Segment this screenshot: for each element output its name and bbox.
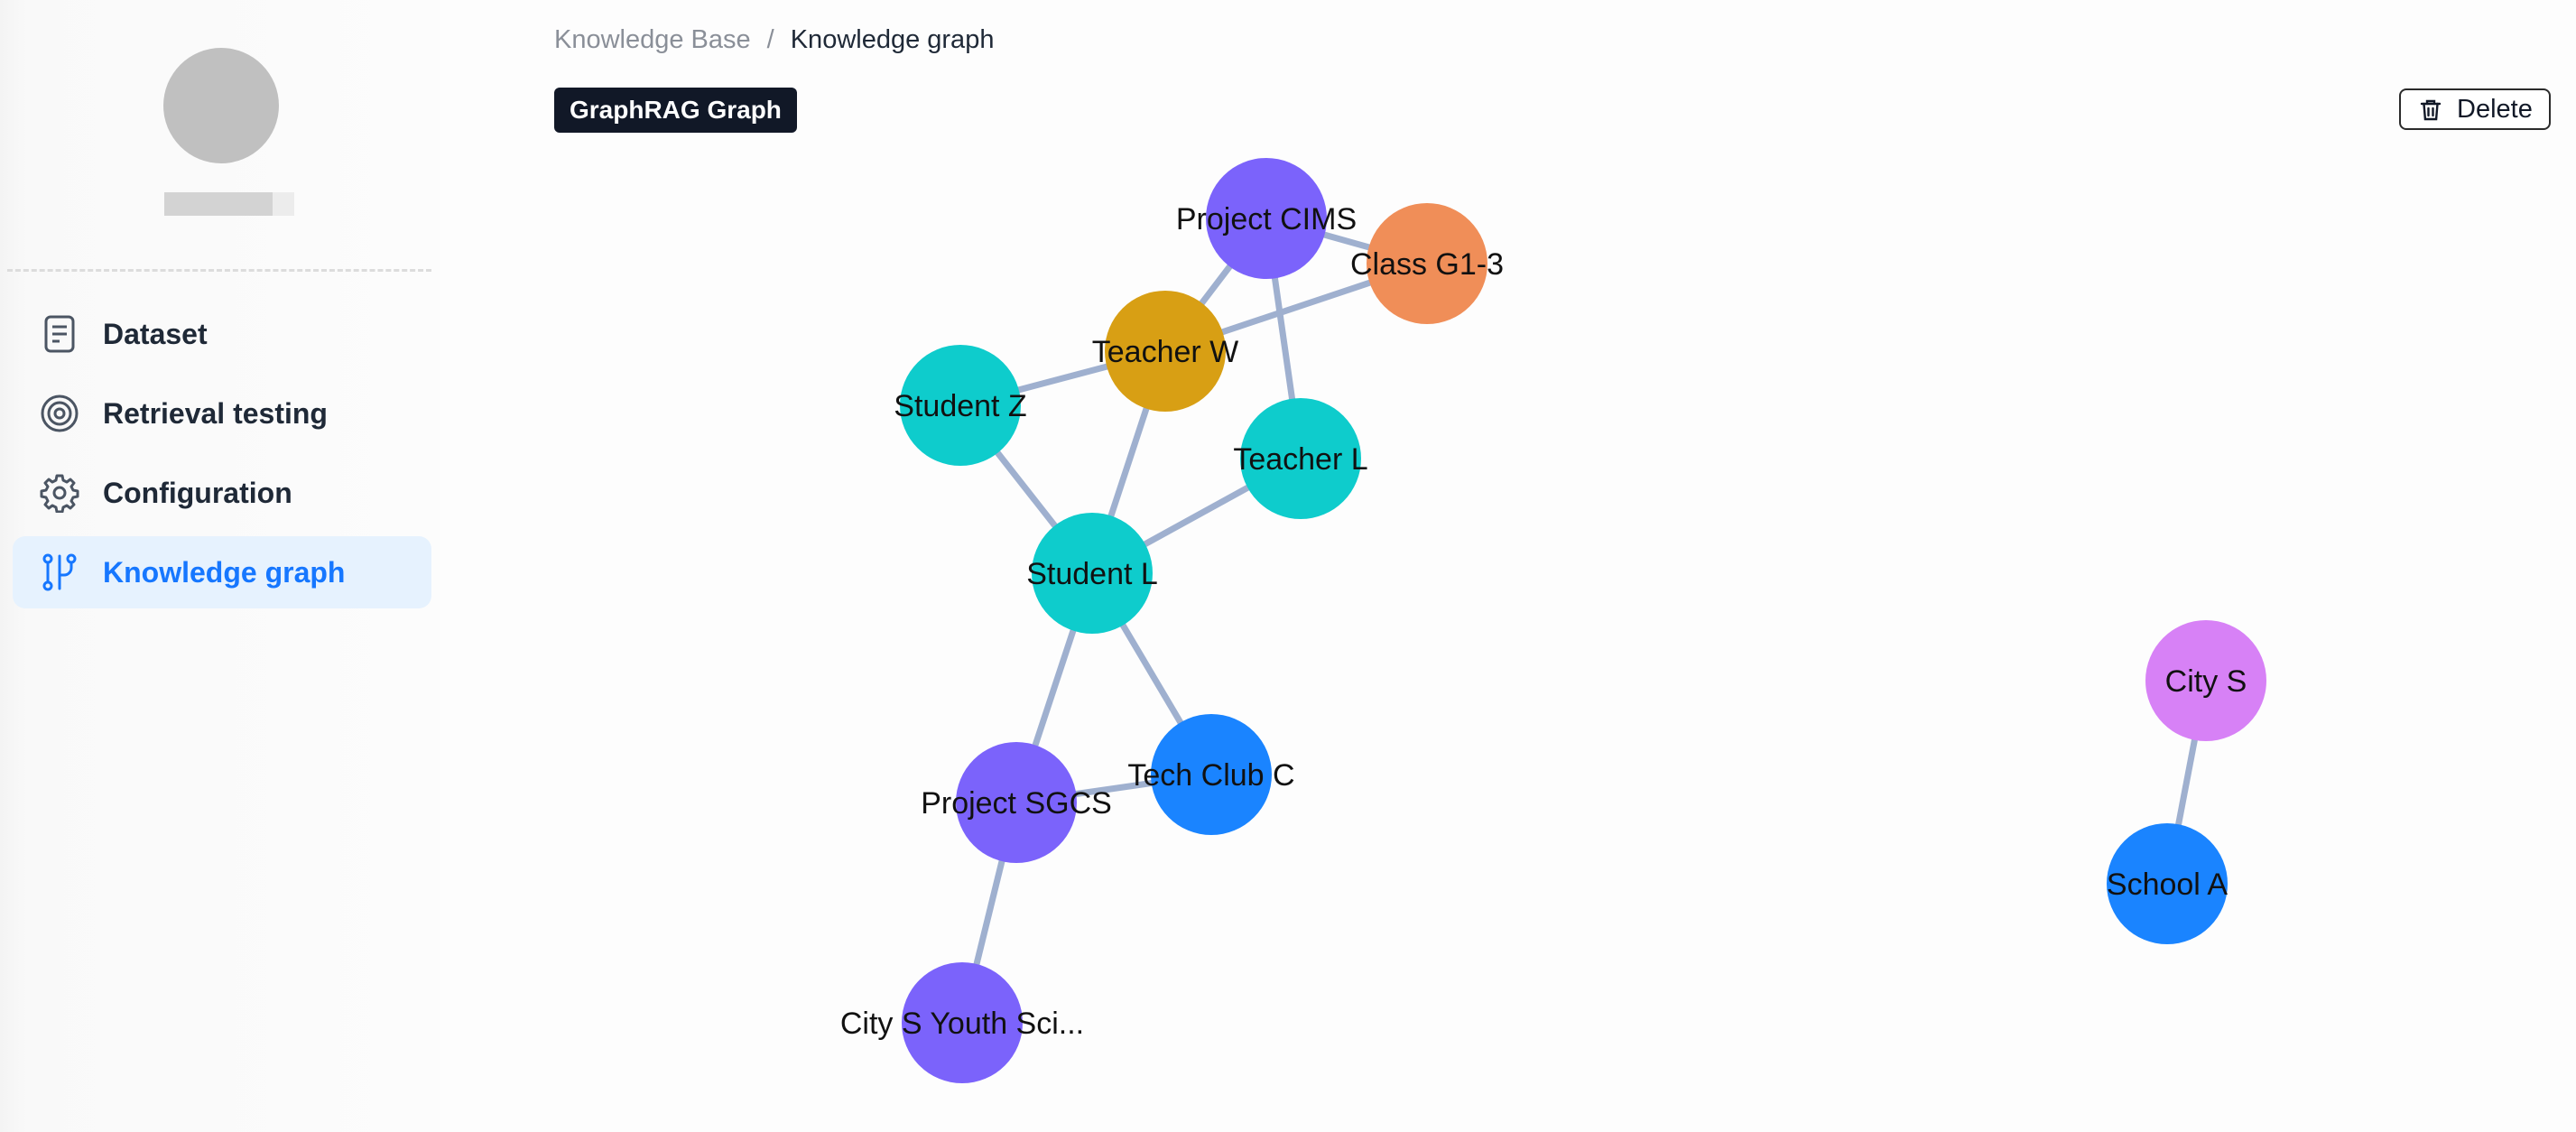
graph-node-teacher-l[interactable]: Teacher L — [1233, 398, 1368, 519]
graph-node-student-l[interactable]: Student L — [1026, 513, 1158, 634]
graph-node-project-sgcs[interactable]: Project SGCS — [921, 742, 1112, 863]
graph-node-city-s-youth[interactable]: City S Youth Sci... — [840, 962, 1084, 1083]
graph-node-school-a[interactable]: School A — [2107, 823, 2229, 944]
graph-node-label: Class G1-3 — [1350, 247, 1504, 282]
graph-nodes: Project CIMS Class G1-3 Teacher W Student Z… — [840, 158, 2266, 1083]
graph-node-label: Tech Club C — [1127, 758, 1294, 793]
graph-node-class-g1-3[interactable]: Class G1-3 — [1350, 203, 1504, 324]
graph-node-label: City S Youth Sci... — [840, 1007, 1084, 1041]
graph-node-label: Student L — [1026, 557, 1158, 591]
graph-node-label: Project CIMS — [1176, 202, 1357, 237]
graph-node-label: School A — [2107, 868, 2229, 902]
graph-node-student-z[interactable]: Student Z — [894, 345, 1027, 466]
graph-node-tech-club-c[interactable]: Tech Club C — [1127, 714, 1295, 835]
graph-node-city-s[interactable]: City S — [2145, 620, 2266, 741]
graph-node-label: Teacher L — [1233, 442, 1367, 477]
graph-node-label: City S — [2165, 664, 2247, 699]
graph-node-label: Student Z — [894, 389, 1026, 423]
knowledge-graph-canvas[interactable]: Project CIMS Class G1-3 Teacher W Student Z… — [0, 0, 2576, 1132]
graph-node-project-cims[interactable]: Project CIMS — [1176, 158, 1357, 279]
graph-node-label: Project SGCS — [921, 786, 1112, 821]
graph-node-label: Teacher W — [1092, 335, 1239, 369]
graph-node-teacher-w[interactable]: Teacher W — [1092, 291, 1239, 412]
